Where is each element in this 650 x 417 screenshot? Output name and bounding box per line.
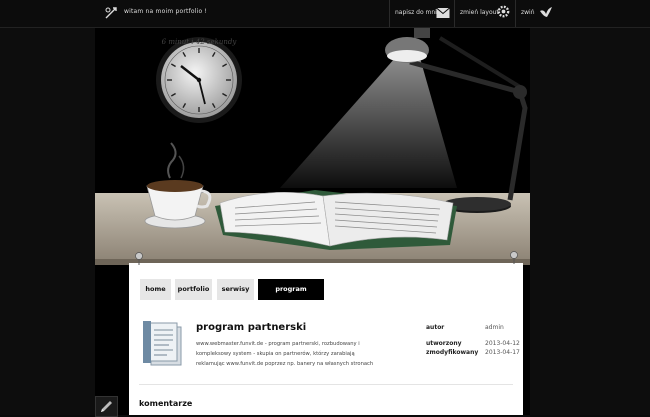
collapse-link[interactable]: zwiń [521,9,535,16]
project-title: program partnerski [196,322,307,333]
meta-value-zmodyfikowany: 2013-04-17 [485,349,520,356]
left-panel [0,28,95,415]
tab-portfolio[interactable]: portfolio [175,279,212,300]
gear-icon[interactable] [496,4,511,19]
comments-heading: komentarze [139,399,193,408]
contact-link[interactable]: napisz do mnie [395,9,441,16]
divider [389,0,390,27]
edit-button[interactable] [95,396,118,417]
meta-value-autor: admin [485,324,504,331]
welcome-text: witam na moim portfolio ! [124,8,208,15]
divider [454,0,455,27]
pin-icon [135,252,143,265]
bird-icon[interactable] [539,6,553,20]
tab-home[interactable]: home [140,279,171,300]
meta-key-utworzony: utworzony [426,340,462,347]
tab-program-partnerski[interactable]: program partnerski [258,279,324,314]
meta-value-utworzony: 2013-04-12 [485,340,520,347]
meta-key-zmodyfikowany: zmodyfikowany [426,349,479,356]
divider [515,0,516,27]
pencil-icon [101,401,112,412]
layout-link[interactable]: zmień layout [460,9,499,16]
right-panel [530,28,650,415]
clock-arc-text: 6 minut i 42 sekundy [162,38,238,46]
pin-icon [510,251,518,264]
tab-serwisy[interactable]: serwisy [217,279,254,300]
meta-key-autor: autor [426,324,445,331]
mail-icon[interactable] [436,7,450,19]
content-card: home portfolio serwisy program partnersk… [129,263,523,415]
logo-icon[interactable] [104,6,118,20]
document-icon [143,321,182,366]
project-description: www.webmaster.funvit.de - program partne… [196,341,374,367]
top-bar: witam na moim portfolio ! napisz do mnie… [0,0,650,28]
divider [139,384,513,385]
